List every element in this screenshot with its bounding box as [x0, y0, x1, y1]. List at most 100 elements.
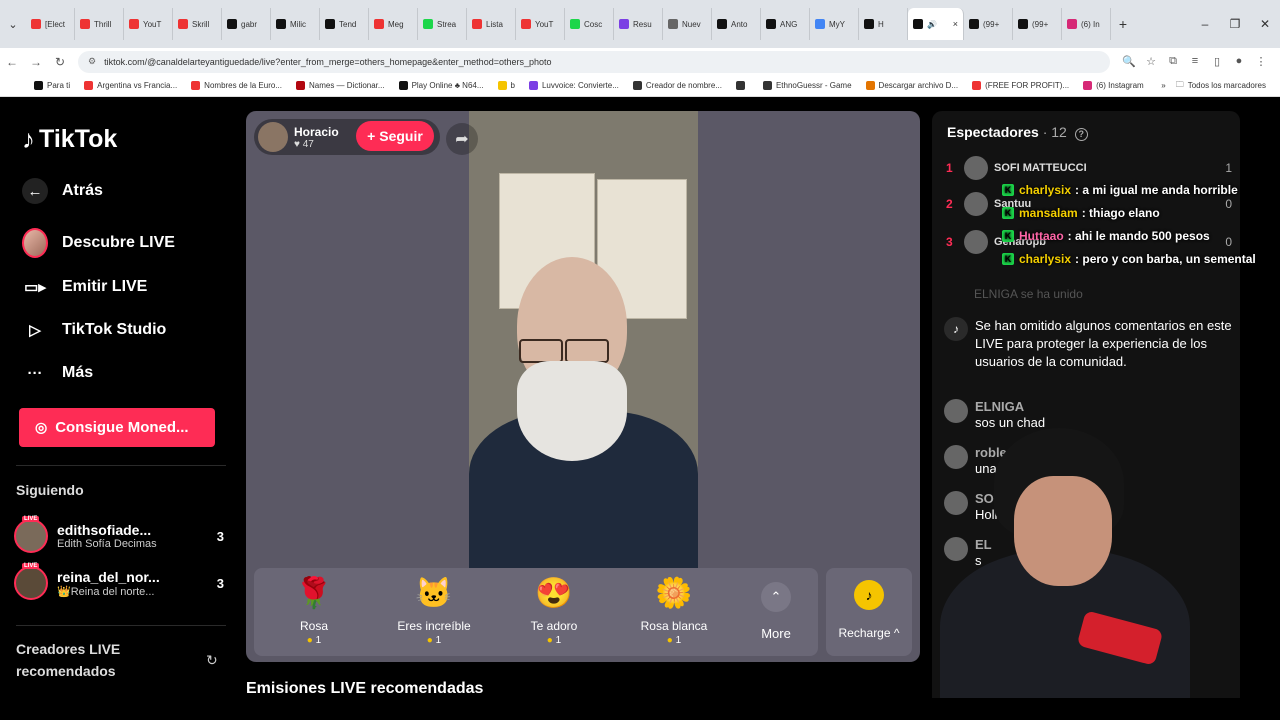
- menu-icon[interactable]: ⋮: [1250, 55, 1272, 68]
- bookmark-favicon-icon: [84, 81, 94, 90]
- avatar: [964, 156, 988, 180]
- overlay-text: : pero y con barba, un semental: [1075, 251, 1256, 266]
- browser-tab[interactable]: Milic: [271, 8, 320, 40]
- restore-icon[interactable]: ❐: [1220, 17, 1250, 31]
- tiktok-logo[interactable]: ♪ TikTok: [22, 124, 117, 155]
- following-item[interactable]: LIVE edithsofiade... Edith Sofía Decimas…: [14, 516, 224, 556]
- new-tab-button[interactable]: +: [1111, 16, 1135, 32]
- browser-tab[interactable]: Thrill: [75, 8, 124, 40]
- gift-item[interactable]: 🌹 Rosa ● 1: [254, 568, 374, 656]
- sidebar-item-tiktok-studio[interactable]: ▷ TikTok Studio: [22, 317, 166, 343]
- browser-tab[interactable]: [Elect: [26, 8, 75, 40]
- live-video[interactable]: [469, 111, 698, 568]
- browser-tab[interactable]: Meg: [369, 8, 418, 40]
- bookmark-item[interactable]: Nombres de la Euro...: [191, 81, 282, 90]
- bookmark-item[interactable]: Argentina vs Francia...: [84, 81, 177, 90]
- bookmark-item[interactable]: Play Online ♣ N64...: [398, 81, 484, 90]
- follow-button[interactable]: + Seguir: [356, 121, 434, 151]
- coin-icon: ●: [666, 635, 676, 646]
- reload-icon[interactable]: ↻: [48, 55, 72, 69]
- gift-item[interactable]: 🐱 Eres increíble ● 1: [374, 568, 494, 656]
- overlay-text: : ahi le mando 500 pesos: [1067, 228, 1210, 243]
- active-tab[interactable]: 🔊 ×: [908, 8, 964, 40]
- browser-tab[interactable]: MyY: [810, 8, 859, 40]
- gift-icon: 🌹: [295, 577, 333, 610]
- address-bar-row: ← → ↻ ⚙ tiktok.com/@canaldelarteyantigue…: [0, 48, 1280, 75]
- browser-tab[interactable]: Cosc: [565, 8, 614, 40]
- active-tab-speaker-icon: 🔊: [927, 19, 937, 29]
- browser-tab[interactable]: Nuev: [663, 8, 712, 40]
- info-icon[interactable]: ?: [1074, 128, 1088, 141]
- rank-number: 1: [946, 161, 953, 175]
- browser-tab[interactable]: (6) In: [1062, 8, 1111, 40]
- divider: [16, 465, 226, 466]
- tab-search-chevron-icon[interactable]: ⌄: [0, 11, 26, 37]
- bookmark-item[interactable]: Names — Dictionar...: [295, 81, 385, 90]
- more-gifts-button[interactable]: ⌃ More: [734, 568, 818, 656]
- live-player[interactable]: Horacio ♥ 47 + Seguir ➦ 🌹 Rosa ● 1 🐱 Eres in…: [246, 111, 920, 662]
- gift-item[interactable]: 😍 Te adoro ● 1: [494, 568, 614, 656]
- logo-text: TikTok: [39, 125, 118, 153]
- sidepanel-icon[interactable]: ▯: [1206, 55, 1228, 68]
- bookmark-item[interactable]: Descargar archivo D...: [865, 81, 958, 90]
- bookmark-label: (FREE FOR PROFIT)...: [985, 81, 1070, 90]
- media-icon[interactable]: ≡: [1184, 55, 1206, 68]
- gift-item[interactable]: 🌼 Rosa blanca ● 1: [614, 568, 734, 656]
- share-icon[interactable]: ➦: [446, 123, 478, 155]
- browser-tab[interactable]: H: [859, 8, 908, 40]
- browser-tab[interactable]: Resu: [614, 8, 663, 40]
- bookmark-item[interactable]: Creador de nombre...: [632, 81, 722, 90]
- bookmark-item[interactable]: Luvvoice: Convierte...: [528, 81, 619, 90]
- live-badge: LIVE: [22, 563, 40, 569]
- browser-tab[interactable]: Strea: [418, 8, 467, 40]
- chat-username[interactable]: ELNIGA: [975, 399, 1045, 414]
- avatar: LIVE: [14, 563, 48, 600]
- url-input[interactable]: ⚙ tiktok.com/@canaldelarteyantiguedade/l…: [78, 50, 1110, 73]
- tab-label: Milic: [290, 19, 306, 29]
- sidebar-item-descubre-live[interactable]: Descubre LIVE: [22, 228, 175, 258]
- bookmark-item[interactable]: EthnoGuessr - Game: [762, 81, 852, 90]
- extensions-icon[interactable]: ⧉: [1162, 55, 1184, 68]
- host-name: Horacio: [294, 124, 339, 139]
- tab-favicon-icon: [668, 19, 678, 29]
- bookmark-star-icon[interactable]: ☆: [1140, 55, 1162, 68]
- browser-tab[interactable]: Lista: [467, 8, 516, 40]
- kick-badge-icon: K: [1002, 252, 1014, 265]
- browser-tab[interactable]: (99+: [1013, 8, 1062, 40]
- bookmark-item[interactable]: [735, 81, 749, 90]
- browser-tab[interactable]: Anto: [712, 8, 761, 40]
- browser-tab[interactable]: Skrill: [173, 8, 222, 40]
- tab-label: Resu: [633, 19, 652, 29]
- browser-tab[interactable]: ANG: [761, 8, 810, 40]
- bookmarks-overflow-button[interactable]: »: [1161, 81, 1165, 90]
- tab-label: YouT: [535, 19, 554, 29]
- close-tab-icon[interactable]: ×: [953, 19, 958, 29]
- back-button[interactable]: ← Atrás: [22, 178, 103, 204]
- live-avatar-icon: [22, 228, 48, 258]
- back-nav-icon[interactable]: ←: [0, 55, 24, 69]
- browser-tab[interactable]: Tend: [320, 8, 369, 40]
- close-window-icon[interactable]: ✕: [1250, 17, 1280, 31]
- gift-bar: 🌹 Rosa ● 1 🐱 Eres increíble ● 1 😍 Te adoro ● 1 🌼 R…: [254, 568, 818, 656]
- bookmark-item[interactable]: (6) Instagram: [1083, 81, 1144, 90]
- bookmark-item[interactable]: (FREE FOR PROFIT)...: [972, 81, 1069, 90]
- zoom-icon[interactable]: 🔍: [1118, 55, 1140, 68]
- get-coins-button[interactable]: ◎ Consigue Moned...: [19, 408, 215, 447]
- sidebar-item-mas[interactable]: ··· Más: [22, 360, 94, 386]
- browser-tab[interactable]: YouT: [516, 8, 565, 40]
- bookmark-item[interactable]: Para ti: [34, 81, 70, 90]
- sidebar-item-emitir-live[interactable]: ▭▸ Emitir LIVE: [22, 274, 147, 300]
- browser-tab[interactable]: YouT: [124, 8, 173, 40]
- bookmark-item[interactable]: b: [497, 81, 515, 90]
- all-bookmarks-button[interactable]: 🗀 Todos los marcadores: [1176, 79, 1266, 93]
- recharge-button[interactable]: ♪ Recharge ^: [826, 568, 912, 656]
- profile-avatar[interactable]: ●: [1228, 55, 1250, 68]
- browser-tab[interactable]: gabr: [222, 8, 271, 40]
- forward-nav-icon[interactable]: →: [24, 55, 48, 69]
- bookmark-label: Nombres de la Euro...: [204, 81, 282, 90]
- minimize-icon[interactable]: –: [1190, 17, 1220, 31]
- site-info-icon[interactable]: ⚙: [88, 56, 96, 67]
- following-item[interactable]: LIVE reina_del_nor... 👑Reina del norte..…: [14, 563, 224, 603]
- refresh-icon[interactable]: ↻: [206, 652, 218, 669]
- browser-tab[interactable]: (99+: [964, 8, 1013, 40]
